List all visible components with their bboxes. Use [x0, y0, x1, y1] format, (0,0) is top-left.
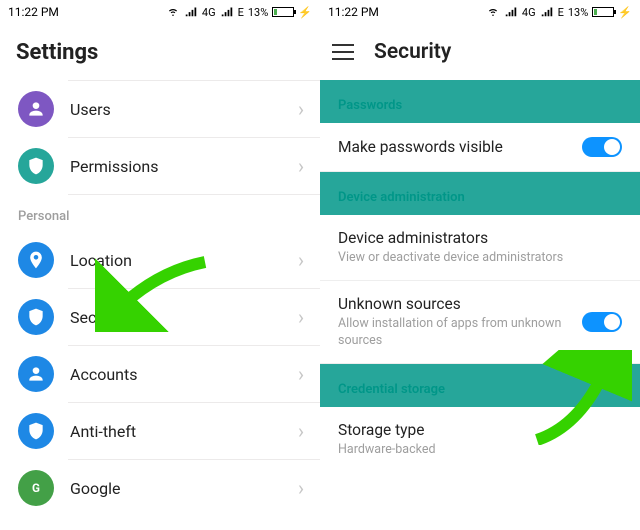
section-header-personal: Personal	[0, 195, 320, 232]
row-unknown-sources[interactable]: Unknown sources Allow installation of ap…	[320, 281, 640, 364]
section-header-device-admin: Device administration	[320, 172, 640, 215]
row-title: Storage type	[338, 421, 622, 439]
status-bar: 11:22 PM 4G E 13% ⚡	[0, 0, 320, 24]
row-make-passwords-visible[interactable]: Make passwords visible	[320, 123, 640, 172]
battery-pct: 13%	[248, 6, 268, 19]
row-subtitle: Hardware-backed	[338, 442, 622, 458]
shield-icon	[18, 148, 54, 184]
network-e: E	[558, 6, 564, 19]
row-subtitle: Allow installation of apps from unknown …	[338, 316, 570, 349]
signal-icon	[184, 4, 198, 21]
signal-icon	[504, 4, 518, 21]
battery-icon	[592, 7, 614, 17]
row-subtitle: View or deactivate device administrators	[338, 250, 622, 266]
user-icon	[18, 356, 54, 392]
chevron-right-icon: ›	[298, 154, 304, 178]
row-title: Make passwords visible	[338, 138, 570, 156]
signal-icon-2	[540, 4, 554, 21]
network-4g: 4G	[202, 6, 216, 19]
item-label: Permissions	[70, 157, 298, 176]
charging-icon: ⚡	[618, 6, 632, 19]
page-title: Settings	[0, 24, 320, 80]
chevron-right-icon: ›	[298, 305, 304, 329]
shield-icon	[18, 413, 54, 449]
security-screen: 11:22 PM 4G E 13% ⚡ Security	[320, 0, 640, 530]
item-label: Users	[70, 100, 298, 119]
network-4g: 4G	[522, 6, 536, 19]
shield-icon	[18, 299, 54, 335]
item-label: Security	[70, 308, 298, 327]
item-label: Anti-theft	[70, 422, 298, 441]
chevron-right-icon: ›	[298, 419, 304, 443]
sidebar-item-security[interactable]: Security ›	[0, 289, 320, 345]
status-bar: 11:22 PM 4G E 13% ⚡	[320, 0, 640, 24]
row-title: Device administrators	[338, 229, 622, 247]
chevron-right-icon: ›	[298, 97, 304, 121]
signal-icon-2	[220, 4, 234, 21]
sidebar-item-location[interactable]: Location ›	[0, 232, 320, 288]
row-storage-type[interactable]: Storage type Hardware-backed	[320, 407, 640, 472]
item-label: Accounts	[70, 365, 298, 384]
location-icon	[18, 242, 54, 278]
item-label: Location	[70, 251, 298, 270]
status-time: 11:22 PM	[8, 5, 59, 19]
app-bar: Security	[320, 24, 640, 80]
status-time: 11:22 PM	[328, 5, 379, 19]
user-icon	[18, 91, 54, 127]
chevron-right-icon: ›	[298, 362, 304, 386]
sidebar-item-users[interactable]: Users ›	[0, 81, 320, 137]
sidebar-item-accounts[interactable]: Accounts ›	[0, 346, 320, 402]
network-e: E	[238, 6, 244, 19]
page-title: Security	[374, 40, 451, 64]
section-header-credential-storage: Credential storage	[320, 364, 640, 407]
wifi-icon	[486, 4, 500, 21]
toggle-passwords-visible[interactable]	[582, 137, 622, 157]
menu-icon[interactable]	[332, 44, 354, 60]
toggle-unknown-sources[interactable]	[582, 312, 622, 332]
sidebar-item-permissions[interactable]: Permissions ›	[0, 138, 320, 194]
chevron-right-icon: ›	[298, 476, 304, 500]
wifi-icon	[166, 4, 180, 21]
settings-screen: 11:22 PM 4G E 13% ⚡ Settings	[0, 0, 320, 530]
row-device-administrators[interactable]: Device administrators View or deactivate…	[320, 215, 640, 281]
row-title: Unknown sources	[338, 295, 570, 313]
section-header-passwords: Passwords	[320, 80, 640, 123]
battery-icon	[272, 7, 294, 17]
sidebar-item-google[interactable]: G Google ›	[0, 460, 320, 516]
item-label: Google	[70, 479, 298, 498]
battery-pct: 13%	[568, 6, 588, 19]
chevron-right-icon: ›	[298, 248, 304, 272]
charging-icon: ⚡	[298, 6, 312, 19]
sidebar-item-anti-theft[interactable]: Anti-theft ›	[0, 403, 320, 459]
svg-text:G: G	[32, 481, 40, 495]
google-icon: G	[18, 470, 54, 506]
